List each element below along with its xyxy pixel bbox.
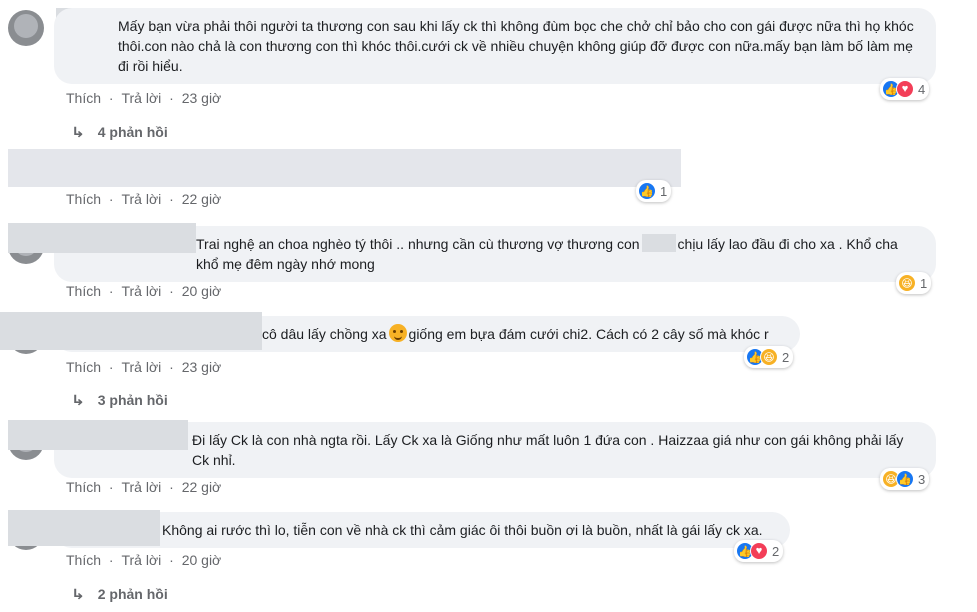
reply-arrow-icon: ↳ xyxy=(70,124,85,140)
reaction-count: 4 xyxy=(918,81,926,97)
avatar[interactable] xyxy=(8,10,44,46)
like-link[interactable]: Thích xyxy=(66,90,101,106)
reply-link[interactable]: Trả lời xyxy=(121,191,161,207)
like-icon: 👍 xyxy=(638,182,656,200)
comment-actions: Thích · Trả lời · 23 giờ xyxy=(66,90,221,106)
reaction-summary[interactable]: 😆 👍 3 xyxy=(880,468,930,490)
like-link[interactable]: Thích xyxy=(66,479,101,495)
timestamp[interactable]: 22 giờ xyxy=(182,191,222,207)
separator: · xyxy=(169,479,174,495)
like-link[interactable]: Thích xyxy=(66,191,101,207)
redacted-name xyxy=(8,223,196,253)
separator: · xyxy=(108,479,114,495)
separator: · xyxy=(169,552,174,568)
reaction-summary[interactable]: 👍 ♥ 2 xyxy=(734,540,784,562)
replies-count: 3 phản hồi xyxy=(97,392,168,408)
timestamp[interactable]: 23 giờ xyxy=(182,359,222,375)
separator: · xyxy=(169,191,174,207)
reaction-count: 2 xyxy=(772,543,780,559)
comment-bubble: Không ai rước thì lo, tiễn con về nhà ck… xyxy=(54,512,790,548)
comment-bubble: Mấy bạn vừa phải thôi người ta thương co… xyxy=(54,8,936,84)
separator: · xyxy=(169,283,174,299)
timestamp[interactable]: 22 giờ xyxy=(182,479,222,495)
reaction-summary[interactable]: 👍 ♥ 4 xyxy=(880,78,930,100)
separator: · xyxy=(169,90,174,106)
like-link[interactable]: Thích xyxy=(66,552,101,568)
redacted-name xyxy=(0,312,262,350)
separator: · xyxy=(108,552,114,568)
redacted-comment xyxy=(8,149,681,187)
separator: · xyxy=(108,359,114,375)
reaction-summary[interactable]: 👍 😆 2 xyxy=(744,346,794,368)
reply-arrow-icon: ↳ xyxy=(70,392,85,408)
replies-count: 2 phản hồi xyxy=(97,586,168,602)
reaction-summary[interactable]: 😆 1 xyxy=(896,272,932,294)
reaction-count: 1 xyxy=(920,275,928,291)
love-icon: ♥ xyxy=(896,80,914,98)
timestamp[interactable]: 20 giờ xyxy=(182,552,222,568)
reply-link[interactable]: Trả lời xyxy=(121,552,161,568)
comment-actions: Thích · Trả lời · 22 giờ xyxy=(66,191,221,207)
comment-actions: Thích · Trả lời · 20 giờ xyxy=(66,552,221,568)
reaction-summary[interactable]: 👍 1 xyxy=(636,180,672,202)
separator: · xyxy=(108,283,114,299)
reaction-count: 3 xyxy=(918,471,926,487)
timestamp[interactable]: 20 giờ xyxy=(182,283,222,299)
like-link[interactable]: Thích xyxy=(66,283,101,299)
redacted-name xyxy=(8,420,188,450)
replies-count: 4 phản hồi xyxy=(97,124,168,140)
comment-actions: Thích · Trả lời · 23 giờ xyxy=(66,359,221,375)
crying-emoji-icon xyxy=(388,324,407,342)
reaction-count: 1 xyxy=(660,183,668,199)
separator: · xyxy=(108,191,114,207)
haha-icon: 😆 xyxy=(760,348,778,366)
haha-icon: 😆 xyxy=(898,274,916,292)
reply-link[interactable]: Trả lời xyxy=(121,479,161,495)
redacted-word xyxy=(641,234,676,252)
comment-text: Đi lấy Ck là con nhà ngta rồi. Lấy Ck xa… xyxy=(192,432,904,468)
reply-link[interactable]: Trả lời xyxy=(121,283,161,299)
timestamp[interactable]: 23 giờ xyxy=(182,90,222,106)
reply-link[interactable]: Trả lời xyxy=(121,359,161,375)
separator: · xyxy=(108,90,114,106)
reply-link[interactable]: Trả lời xyxy=(121,90,161,106)
view-replies[interactable]: ↳ 2 phản hồi xyxy=(70,586,168,603)
view-replies[interactable]: ↳ 4 phản hồi xyxy=(70,124,168,141)
comment-actions: Thích · Trả lời · 22 giờ xyxy=(66,479,221,495)
view-replies[interactable]: ↳ 3 phản hồi xyxy=(70,392,168,409)
redacted-name xyxy=(8,510,160,546)
like-icon: 👍 xyxy=(896,470,914,488)
like-link[interactable]: Thích xyxy=(66,359,101,375)
reply-arrow-icon: ↳ xyxy=(70,586,85,602)
separator: · xyxy=(169,359,174,375)
reaction-count: 2 xyxy=(782,349,790,365)
love-icon: ♥ xyxy=(750,542,768,560)
comment-actions: Thích · Trả lời · 20 giờ xyxy=(66,283,221,299)
comment-text: cô dâu lấy chồng xa xyxy=(262,326,387,342)
comment-text: Không ai rước thì lo, tiễn con về nhà ck… xyxy=(162,522,763,538)
comment-text: Mấy bạn vừa phải thôi người ta thương co… xyxy=(118,18,914,74)
comment-text: Trai nghệ an choa nghèo tý thôi .. nhưng… xyxy=(196,236,640,252)
comment-text-continued: giống em bựa đám cưới chi2. Cách có 2 câ… xyxy=(408,326,769,342)
